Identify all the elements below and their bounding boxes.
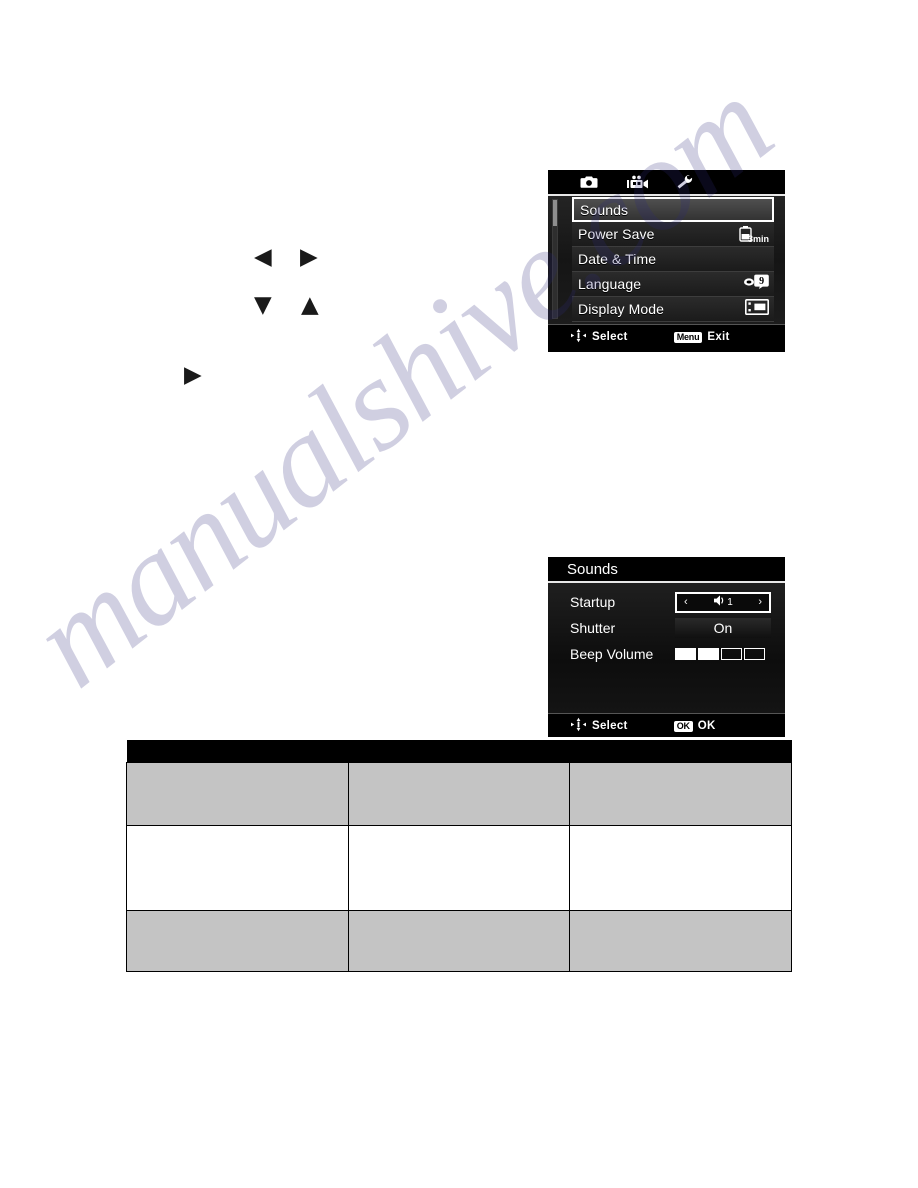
table-cell	[569, 825, 792, 911]
select-hint: Select	[570, 328, 628, 346]
table-row	[126, 910, 792, 972]
menu-item-label: Sounds	[580, 201, 629, 218]
ok-label: OK	[697, 720, 716, 732]
select-label: Select	[592, 720, 628, 732]
startup-value: 1	[727, 596, 733, 608]
volume-bar[interactable]	[744, 648, 765, 660]
language-icon: 9	[743, 274, 769, 294]
row-label: Beep Volume	[570, 646, 654, 662]
row-control[interactable]: ‹ 1 ›	[673, 591, 773, 613]
arrow-down-icon: ▼	[254, 292, 272, 318]
wrench-icon[interactable]	[674, 173, 696, 191]
table-cell	[347, 910, 571, 972]
menu-item-value: 3min	[735, 225, 769, 244]
video-camera-icon[interactable]	[626, 173, 648, 191]
sounds-statusbar: Select OK OK	[548, 713, 785, 737]
table-cell	[126, 762, 349, 826]
table-header-cell	[126, 740, 792, 763]
next-arrow-icon[interactable]: ›	[758, 596, 762, 608]
sounds-title: Sounds	[548, 557, 785, 583]
exit-label: Exit	[707, 331, 730, 343]
volume-bar[interactable]	[698, 648, 719, 660]
row-control[interactable]: On	[673, 618, 773, 638]
menu-item-sounds[interactable]: Sounds	[572, 197, 774, 222]
menu-item-date-time[interactable]: Date & Time	[572, 247, 774, 272]
prev-arrow-icon[interactable]: ‹	[684, 596, 688, 608]
sounds-row-beep-volume[interactable]: Beep Volume	[548, 641, 785, 667]
row-label: Shutter	[570, 620, 616, 636]
table-cell	[126, 910, 349, 972]
menu-item-value: 9	[735, 274, 769, 294]
arrow-right-lower-icon: ▶	[184, 362, 202, 388]
menu-button-badge[interactable]: Menu	[673, 331, 703, 343]
startup-value-wrap: 1	[713, 594, 733, 610]
ok-button-badge[interactable]: OK	[673, 720, 693, 732]
table-header-row	[126, 740, 792, 763]
table-cell	[569, 910, 792, 972]
spec-table	[126, 740, 792, 972]
startup-selector[interactable]: ‹ 1 ›	[675, 591, 771, 613]
menu-item-label: Date & Time	[578, 251, 657, 267]
menu-item-language[interactable]: Language 9	[572, 272, 774, 297]
speaker-icon	[713, 594, 726, 610]
setup-menu-tabbar	[548, 170, 785, 196]
menu-item-display-mode[interactable]: Display Mode	[572, 297, 774, 322]
menu-item-power-save[interactable]: Power Save 3min	[572, 222, 774, 247]
svg-text:9: 9	[759, 276, 764, 287]
setup-menu-statusbar: Select Menu Exit	[548, 324, 785, 349]
row-label: Startup	[570, 594, 616, 610]
menu-item-label: Display Mode	[578, 301, 665, 317]
menu-scrollbar[interactable]	[552, 199, 558, 319]
select-hint: Select	[570, 717, 628, 735]
sounds-menu-screenshot: Sounds Startup ‹ 1 › Shutter On Beep Vol…	[548, 557, 785, 737]
volume-bar[interactable]	[721, 648, 742, 660]
sounds-body: Startup ‹ 1 › Shutter On Beep Volume	[548, 583, 785, 713]
arrow-right-icon: ▶	[300, 244, 318, 270]
sounds-row-shutter[interactable]: Shutter On	[548, 615, 785, 641]
table-cell	[347, 762, 571, 826]
battery-icon	[739, 226, 752, 242]
four-way-select-icon	[570, 717, 587, 735]
volume-bar[interactable]	[675, 648, 696, 660]
shutter-value[interactable]: On	[675, 618, 771, 638]
table-cell	[126, 825, 349, 911]
arrow-up-icon: ▲	[301, 292, 319, 318]
beep-volume-bars[interactable]	[675, 647, 771, 661]
ok-hint[interactable]: OK OK	[673, 720, 716, 732]
menu-item-label: Power Save	[578, 226, 655, 242]
table-cell	[569, 762, 792, 826]
menu-item-value	[733, 200, 767, 219]
table-cell	[347, 825, 571, 911]
menu-item-value	[735, 250, 769, 269]
setup-menu-screenshot: Sounds Power Save 3min Date & Time Langu…	[548, 170, 785, 352]
table-row	[126, 825, 792, 911]
table-row	[126, 762, 792, 826]
select-label: Select	[592, 331, 628, 343]
row-control[interactable]	[673, 647, 773, 661]
exit-hint[interactable]: Menu Exit	[673, 331, 730, 343]
menu-item-value	[735, 298, 769, 320]
four-way-select-icon	[570, 328, 587, 346]
menu-item-label: Language	[578, 276, 642, 292]
camera-icon[interactable]	[578, 173, 600, 191]
arrow-left-icon: ◀	[254, 244, 272, 270]
setup-menu-list: Sounds Power Save 3min Date & Time Langu…	[548, 196, 785, 324]
display-mode-icon	[745, 298, 769, 320]
scrollbar-thumb[interactable]	[553, 200, 557, 226]
sounds-row-startup[interactable]: Startup ‹ 1 ›	[548, 589, 785, 615]
